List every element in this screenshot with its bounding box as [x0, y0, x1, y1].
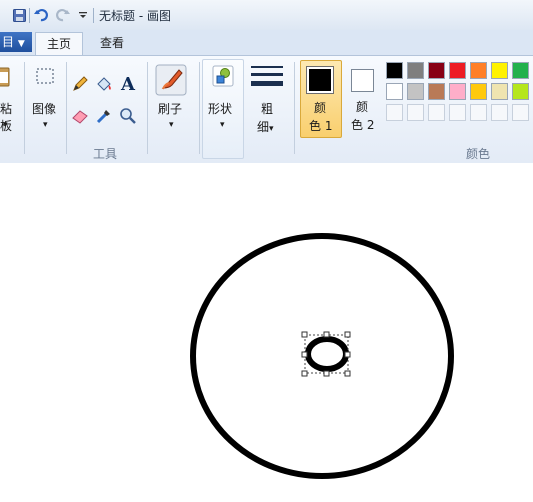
brushes-label: 刷子	[158, 102, 183, 116]
magnifier-icon[interactable]	[119, 107, 137, 125]
palette-color-swatch[interactable]	[386, 83, 403, 100]
palette-color-swatch[interactable]	[491, 104, 508, 121]
color-2-swatch	[351, 69, 374, 92]
color-1-label-bottom: 色 1	[309, 119, 333, 133]
large-circle-shape	[190, 233, 454, 479]
eraser-icon[interactable]	[71, 107, 89, 125]
color-picker-icon[interactable]	[95, 107, 113, 125]
chevron-down-icon: ▾	[220, 120, 225, 130]
chevron-down-icon: ▾	[3, 120, 8, 130]
redo-icon[interactable]	[56, 8, 70, 22]
palette-color-swatch[interactable]	[428, 104, 445, 121]
color-1-swatch	[309, 69, 331, 91]
chevron-down-icon: ▾	[169, 120, 174, 130]
color-2-label-bottom: 色 2	[351, 118, 375, 132]
palette-color-swatch[interactable]	[491, 62, 508, 79]
color-palette	[386, 62, 533, 132]
palette-color-swatch[interactable]	[386, 104, 403, 121]
brushes-button[interactable]: 刷子 ▾	[150, 58, 196, 138]
tools-group-label: 工具	[93, 147, 118, 161]
ribbon: 粘板 ▾ 图像 ▾ A 工具 刷子 ▾ 形状 ▾ 粗 细▾ 颜 色 1 颜 色 …	[0, 55, 533, 164]
tab-home[interactable]: 主页	[35, 32, 83, 56]
drawing-canvas[interactable]	[0, 163, 533, 499]
line-width-icon	[251, 64, 283, 90]
palette-color-swatch[interactable]	[449, 104, 466, 121]
chevron-down-icon: ▾	[43, 120, 48, 130]
pencil-icon[interactable]	[71, 75, 89, 93]
palette-color-swatch[interactable]	[512, 104, 529, 121]
chevron-down-icon: ▼	[17, 39, 25, 49]
size-label-top: 粗	[261, 102, 274, 116]
palette-color-swatch[interactable]	[386, 62, 403, 79]
divider	[29, 8, 30, 23]
canvas-drawing	[190, 233, 454, 479]
palette-color-swatch[interactable]	[491, 83, 508, 100]
palette-color-swatch[interactable]	[470, 104, 487, 121]
palette-color-swatch[interactable]	[512, 83, 529, 100]
divider	[66, 62, 67, 154]
image-button[interactable]: 图像 ▾	[27, 58, 65, 158]
shapes-icon	[212, 65, 234, 87]
divider	[93, 8, 94, 23]
clipboard-icon	[0, 66, 11, 88]
palette-color-swatch[interactable]	[470, 62, 487, 79]
small-circle-shape[interactable]	[305, 336, 349, 372]
palette-color-swatch[interactable]	[407, 104, 424, 121]
shapes-label: 形状	[208, 102, 233, 116]
divider	[147, 62, 148, 154]
colors-group-label: 颜色	[466, 147, 491, 161]
shapes-button[interactable]: 形状 ▾	[202, 59, 244, 159]
palette-color-swatch[interactable]	[428, 83, 445, 100]
file-menu-label: 目	[2, 35, 15, 49]
color-1-button[interactable]: 颜 色 1	[300, 60, 342, 138]
palette-color-swatch[interactable]	[428, 62, 445, 79]
fill-bucket-icon[interactable]	[95, 75, 113, 93]
window-title: 无标题 - 画图	[99, 9, 171, 23]
size-label-bottom: 细▾	[257, 120, 274, 134]
divider	[199, 62, 200, 154]
palette-color-swatch[interactable]	[407, 83, 424, 100]
paste-button[interactable]: 粘板 ▾	[0, 58, 22, 136]
title-bar: 无标题 - 画图	[0, 0, 533, 31]
palette-color-swatch[interactable]	[449, 83, 466, 100]
dropdown-arrow-icon[interactable]	[76, 8, 90, 22]
tab-view[interactable]: 查看	[90, 32, 134, 55]
color-2-label-top: 颜	[356, 100, 369, 114]
image-label: 图像	[32, 102, 57, 116]
palette-color-swatch[interactable]	[512, 62, 529, 79]
brush-icon	[155, 64, 187, 96]
save-icon[interactable]	[12, 8, 26, 22]
ribbon-tabs: 目 ▼ 主页 查看	[0, 30, 533, 56]
palette-color-swatch[interactable]	[470, 83, 487, 100]
size-button[interactable]: 粗 细▾	[248, 58, 288, 138]
color-2-button[interactable]: 颜 色 2	[345, 60, 381, 136]
divider	[24, 62, 25, 154]
palette-color-swatch[interactable]	[449, 62, 466, 79]
divider	[294, 62, 295, 154]
text-tool-icon[interactable]: A	[119, 74, 137, 95]
undo-icon[interactable]	[34, 8, 48, 22]
color-1-frame	[306, 66, 334, 94]
palette-color-swatch[interactable]	[407, 62, 424, 79]
color-1-label-top: 颜	[314, 101, 327, 115]
select-icon	[34, 65, 56, 87]
file-menu-button[interactable]: 目 ▼	[0, 32, 32, 52]
